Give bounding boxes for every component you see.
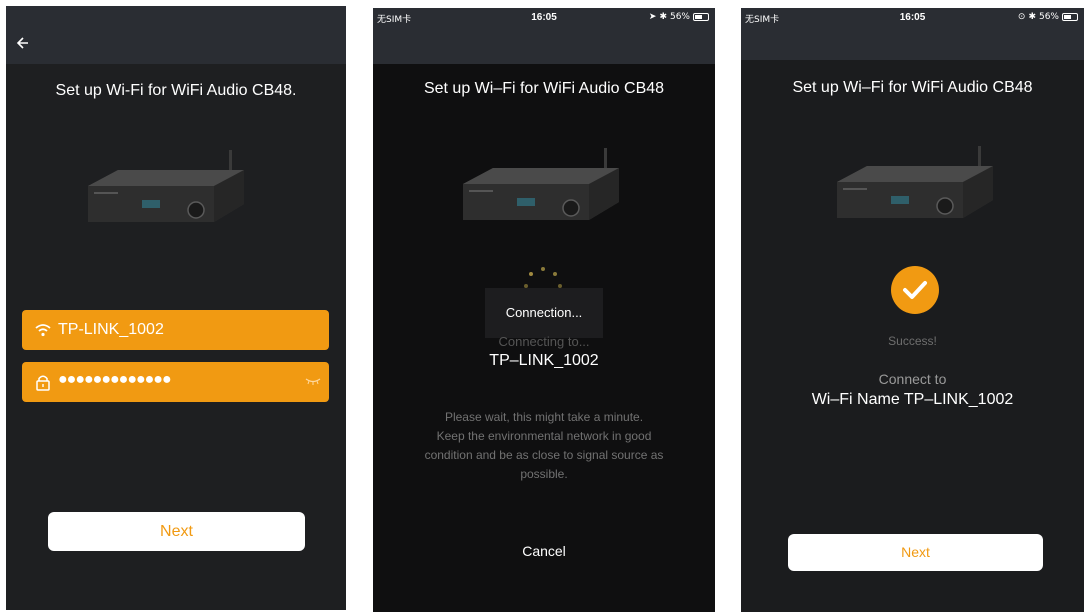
wifi-name-label: Wi–Fi Name TP–LINK_1002 bbox=[811, 391, 1014, 408]
wifi-audio-device-image bbox=[88, 150, 244, 222]
next-button[interactable]: Next bbox=[48, 512, 305, 551]
battery-icon bbox=[693, 13, 709, 21]
password-mask: ●●●●●●●●●●●●● bbox=[58, 371, 172, 388]
eye-closed-icon[interactable] bbox=[305, 376, 321, 386]
connect-to-label: Connect to bbox=[878, 371, 947, 387]
status-right: ⊙ ✱ 56% bbox=[1018, 12, 1078, 22]
wifi-icon bbox=[35, 324, 51, 337]
top-bar bbox=[6, 6, 346, 64]
back-arrow-icon[interactable] bbox=[14, 33, 34, 53]
status-bar: 无SIM卡 16:05 ➤ ✱ 56% bbox=[373, 8, 715, 28]
status-right: ➤ ✱ 56% bbox=[649, 12, 709, 22]
wait-line-3: condition and be as close to signal sour… bbox=[424, 448, 664, 462]
password-field[interactable]: ●●●●●●●●●●●●● bbox=[22, 362, 329, 402]
page-title: Set up Wi–Fi for WiFi Audio CB48 bbox=[792, 79, 1033, 96]
ssid-label: TP–LINK_1002 bbox=[489, 352, 599, 369]
battery-percent: 56% bbox=[1038, 12, 1059, 22]
wait-line-4: possible. bbox=[520, 467, 568, 481]
location-icon: ⊙ bbox=[1017, 12, 1026, 22]
ssid-value: TP-LINK_1002 bbox=[58, 321, 164, 338]
bluetooth-icon: ✱ bbox=[1028, 12, 1036, 22]
success-label: Success! bbox=[888, 334, 937, 348]
battery-percent: 56% bbox=[669, 12, 690, 22]
battery-icon bbox=[1062, 13, 1078, 21]
wifi-setup-input-screen: Set up Wi-Fi for WiFi Audio CB48. TP-LIN… bbox=[6, 6, 346, 610]
wait-line-1: Please wait, this might take a minute. bbox=[444, 410, 644, 424]
toast-text: Connection... bbox=[505, 305, 583, 320]
success-badge bbox=[891, 266, 939, 314]
location-icon: ➤ bbox=[648, 12, 657, 22]
connection-toast: Connection... bbox=[485, 288, 603, 338]
page-title: Set up Wi-Fi for WiFi Audio CB48. bbox=[55, 82, 297, 99]
wifi-connecting-screen: 无SIM卡 16:05 ➤ ✱ 56% Set up Wi–Fi for WiF… bbox=[373, 8, 715, 612]
next-button[interactable]: Next bbox=[788, 534, 1043, 571]
wifi-audio-device-image bbox=[837, 146, 993, 218]
wifi-success-screen: 无SIM卡 16:05 ⊙ ✱ 56% Set up Wi–Fi for WiF… bbox=[741, 8, 1084, 612]
page-title: Set up Wi–Fi for WiFi Audio CB48 bbox=[423, 80, 665, 97]
wait-line-2: Keep the environmental network in good bbox=[436, 429, 652, 443]
status-bar: 无SIM卡 16:05 ⊙ ✱ 56% bbox=[741, 8, 1084, 28]
ssid-field[interactable]: TP-LINK_1002 bbox=[22, 310, 329, 350]
bluetooth-icon: ✱ bbox=[659, 12, 667, 22]
wifi-audio-device-image bbox=[463, 148, 619, 220]
connecting-to-label: Connecting to... bbox=[498, 334, 590, 349]
checkmark-icon bbox=[903, 281, 927, 299]
cancel-button[interactable]: Cancel bbox=[373, 543, 715, 559]
lock-icon bbox=[36, 375, 50, 391]
